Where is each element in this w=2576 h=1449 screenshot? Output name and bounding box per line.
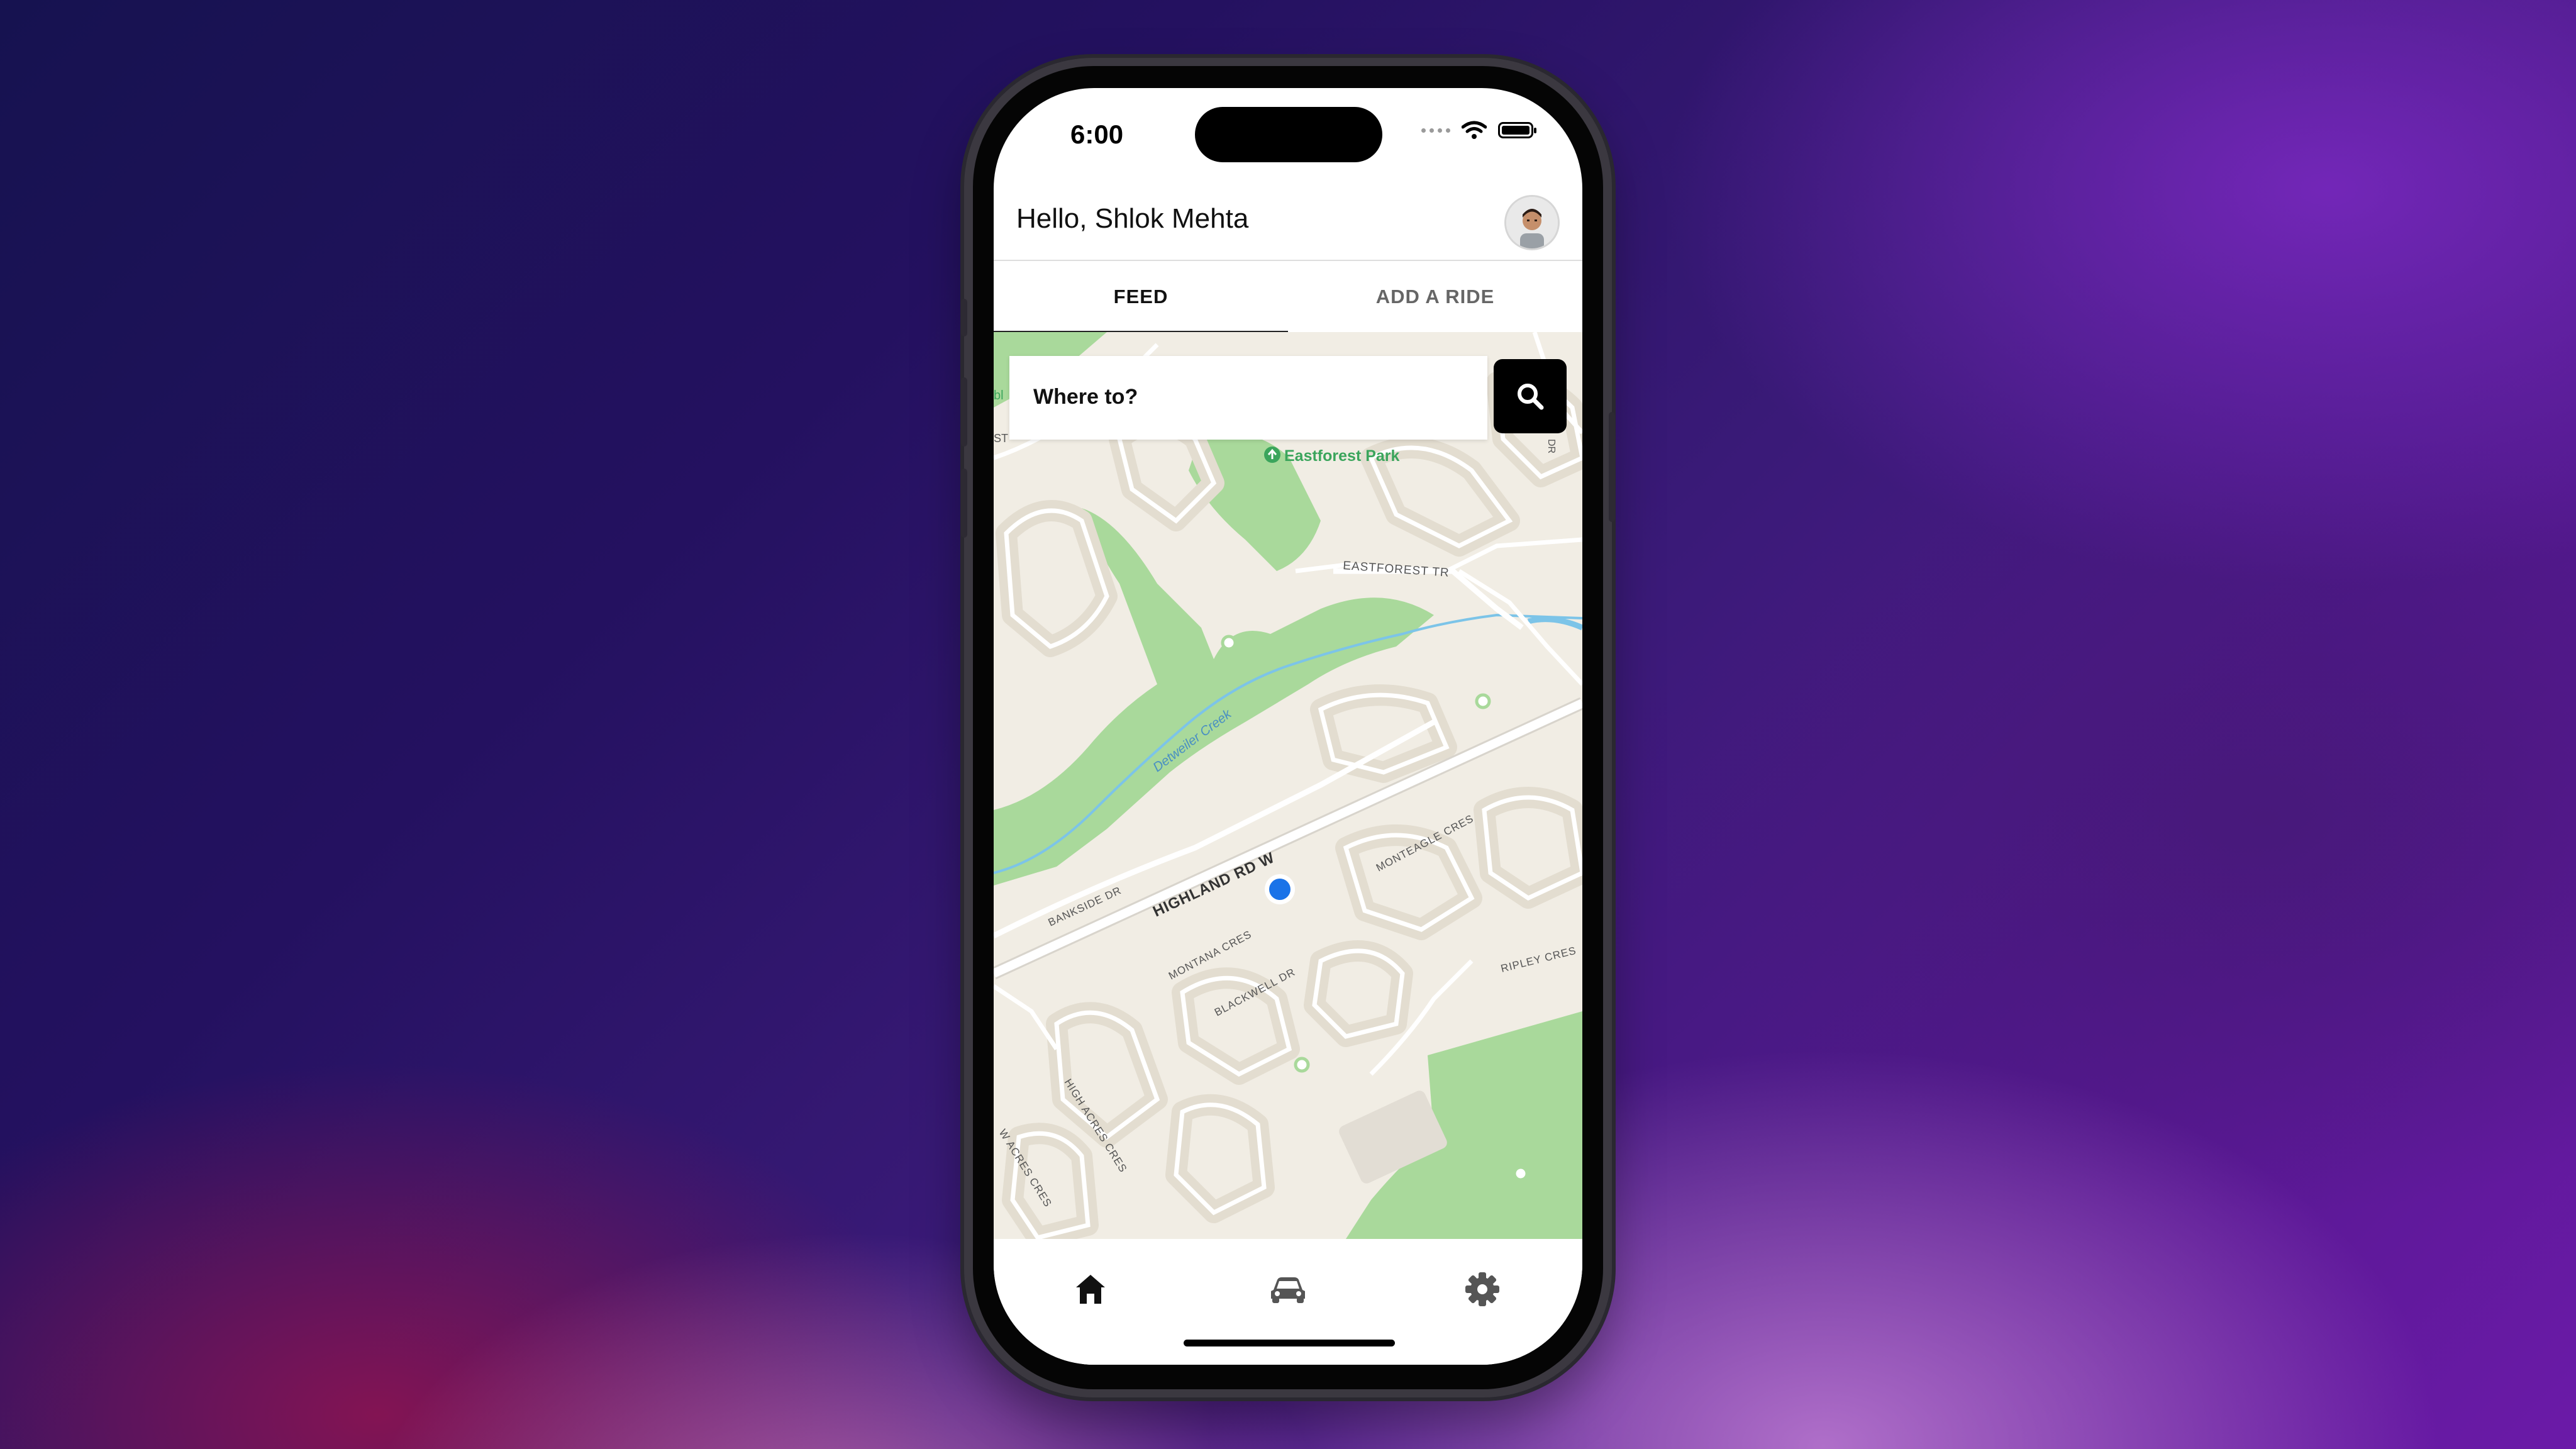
map-label-st-edge: ST [994, 432, 1008, 445]
action-button [961, 299, 967, 336]
volume-down-button [961, 469, 967, 538]
map-view[interactable]: Eastforest Park EASTFOREST TR Detweiler … [994, 332, 1582, 1239]
tab-add-a-ride[interactable]: ADD A RIDE [1288, 261, 1582, 332]
power-button [1609, 412, 1615, 522]
battery-icon [1498, 122, 1536, 138]
tab-feed[interactable]: FEED [994, 261, 1288, 332]
phone-screen: 6:00 Hello, Shlok Mehta FEED ADD A RIDE … [994, 88, 1582, 1365]
search-placeholder: Where to? [1033, 385, 1138, 409]
map-canvas: Eastforest Park EASTFOREST TR Detweiler … [994, 332, 1582, 1239]
greeting-text: Hello, Shlok Mehta [1016, 203, 1249, 234]
status-icons [1421, 121, 1536, 140]
creek-line [1527, 616, 1582, 631]
avatar-image [1506, 197, 1558, 248]
status-bar: 6:00 [994, 88, 1582, 176]
app-header: Hello, Shlok Mehta [994, 176, 1582, 264]
nav-home-button[interactable] [1065, 1264, 1116, 1314]
search-input[interactable]: Where to? [1009, 356, 1487, 440]
search-button[interactable] [1494, 359, 1567, 433]
dynamic-island [1195, 107, 1382, 162]
nav-settings-button[interactable] [1457, 1264, 1507, 1314]
gear-icon [1465, 1272, 1499, 1306]
map-label-park: Eastforest Park [1284, 447, 1400, 465]
nav-rides-button[interactable] [1263, 1264, 1313, 1314]
map-label-ripley: RIPLEY CRES [1499, 945, 1577, 975]
map-label-eastforest-tr: EASTFOREST TR [1343, 559, 1450, 580]
volume-up-button [961, 377, 967, 447]
map-label-dr-edge: DR [1546, 439, 1557, 453]
status-time: 6:00 [1070, 119, 1124, 149]
car-icon [1271, 1277, 1305, 1303]
home-icon [1076, 1275, 1105, 1304]
map-label-bl-edge: bl [994, 389, 1004, 402]
tab-bar: FEED ADD A RIDE [994, 260, 1582, 335]
avatar[interactable] [1504, 195, 1560, 250]
cellular-signal-icon [1421, 128, 1450, 133]
wifi-icon [1462, 121, 1487, 139]
home-indicator[interactable] [1184, 1340, 1395, 1346]
search-icon [1518, 384, 1544, 410]
